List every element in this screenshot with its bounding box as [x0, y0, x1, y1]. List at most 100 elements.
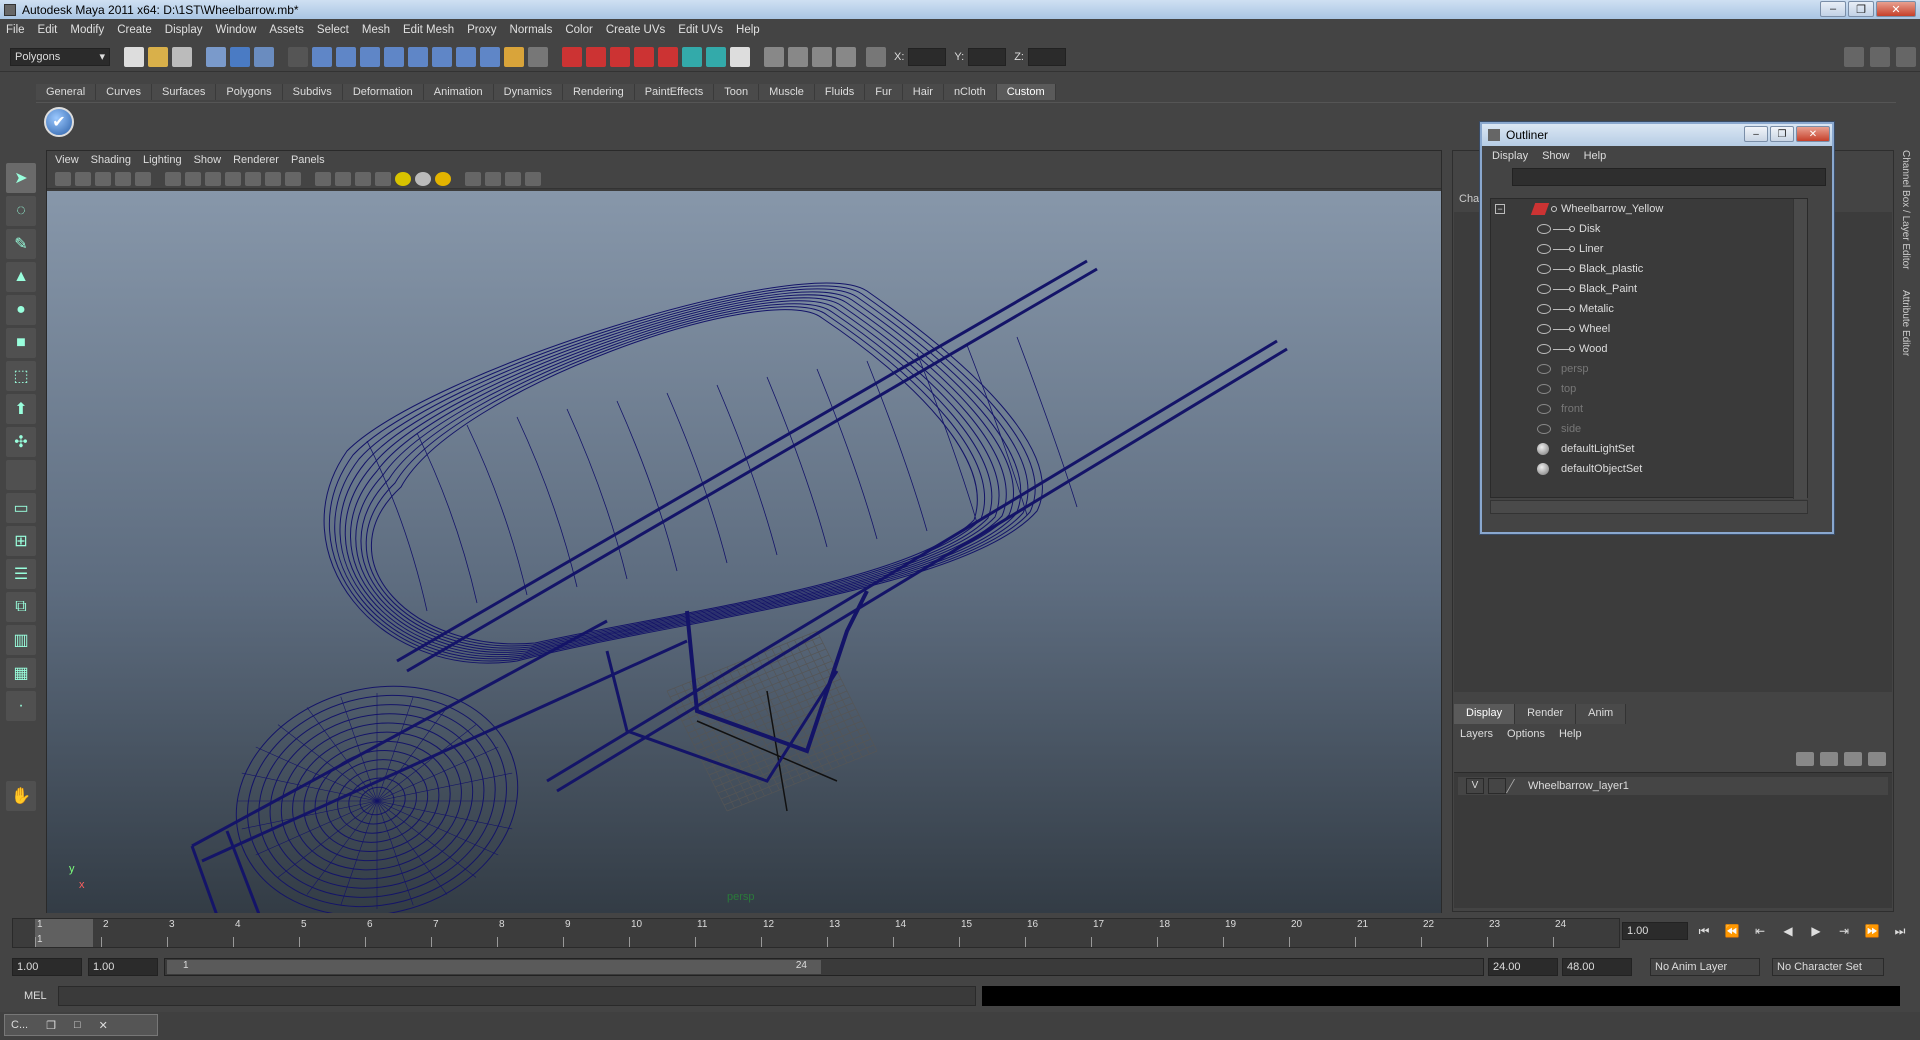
shelf-tab-fur[interactable]: Fur — [865, 84, 903, 100]
camera-select-icon[interactable] — [764, 46, 784, 67]
shelf-tab-surfaces[interactable]: Surfaces — [151, 84, 217, 100]
save-scene-icon[interactable] — [172, 46, 192, 67]
menu-edit-mesh[interactable]: Edit Mesh — [403, 24, 454, 36]
outliner-menu-help[interactable]: Help — [1584, 150, 1607, 162]
character-set-dropdown[interactable]: No Character Set — [1772, 958, 1884, 976]
new-scene-icon[interactable] — [124, 46, 144, 67]
render-region-icon[interactable] — [812, 46, 832, 67]
menu-mesh[interactable]: Mesh — [362, 24, 390, 36]
outliner-row-child[interactable]: Black_Paint — [1491, 279, 1807, 299]
field-chart-icon[interactable] — [245, 171, 261, 186]
layer-tab-display[interactable]: Display — [1454, 704, 1516, 724]
menu-help[interactable]: Help — [736, 24, 760, 36]
wireframe-icon[interactable] — [315, 171, 331, 186]
outliner-row-set[interactable]: defaultObjectSet — [1491, 459, 1807, 479]
step-back-frame-icon[interactable]: ⏪ — [1722, 922, 1742, 940]
outliner-row-camera[interactable]: side — [1491, 419, 1807, 439]
outliner-menu-show[interactable]: Show — [1542, 150, 1570, 162]
maximize-button[interactable]: ❐ — [1848, 1, 1874, 17]
channel-box-layout-icon[interactable] — [1896, 46, 1916, 67]
minimized-window-item[interactable]: C... ❐ □ ✕ — [4, 1014, 158, 1036]
shadows-icon[interactable] — [435, 171, 451, 186]
history-icon[interactable] — [432, 46, 452, 67]
shelf-tab-ncloth[interactable]: nCloth — [943, 84, 997, 100]
all-lights-icon[interactable] — [415, 171, 431, 186]
attribute-editor-side-tab[interactable]: Attribute Editor — [1900, 290, 1911, 356]
xray-icon[interactable] — [485, 171, 501, 186]
layout-more-button[interactable]: · — [6, 691, 36, 721]
snapshot-icon[interactable] — [788, 46, 808, 67]
shelf-tab-painteffects[interactable]: PaintEffects — [634, 84, 715, 100]
checkmark-shelf-button[interactable]: ✔ — [44, 107, 74, 137]
select-tool-button[interactable]: ➤ — [6, 163, 36, 193]
outliner-row-set[interactable]: defaultLightSet — [1491, 439, 1807, 459]
camera-attr-icon[interactable] — [55, 171, 71, 186]
outliner-row-child[interactable]: Wood — [1491, 339, 1807, 359]
shelf-tab-hair[interactable]: Hair — [902, 84, 944, 100]
go-to-start-icon[interactable]: ⏮ — [1694, 922, 1714, 940]
shelf-tab-curves[interactable]: Curves — [96, 84, 152, 100]
lasso-tool-button[interactable]: ◌ — [6, 196, 36, 226]
outliner-row-child[interactable]: Wheel — [1491, 319, 1807, 339]
outliner-row-camera[interactable]: front — [1491, 399, 1807, 419]
outliner-maximize-button[interactable]: ❐ — [1770, 126, 1794, 142]
input-output-icon[interactable] — [528, 46, 548, 67]
command-input[interactable] — [58, 986, 976, 1006]
backface-cull-icon[interactable] — [525, 171, 541, 186]
show-manip-tool-button[interactable]: ✣ — [6, 427, 36, 457]
lock-icon[interactable] — [504, 46, 524, 67]
safe-title-icon[interactable] — [285, 171, 301, 186]
shelf-tab-animation[interactable]: Animation — [423, 84, 494, 100]
film-gate-icon[interactable] — [185, 171, 201, 186]
close-icon[interactable]: ✕ — [99, 1019, 108, 1032]
outliner-menu-display[interactable]: Display — [1492, 150, 1528, 162]
outliner-horizontal-scrollbar[interactable] — [1490, 500, 1808, 514]
menu-file[interactable]: File — [6, 24, 25, 36]
layout-hypershade-button[interactable]: ▥ — [6, 625, 36, 655]
maximize-icon[interactable]: □ — [74, 1019, 81, 1031]
layout-custom-button[interactable]: ▦ — [6, 658, 36, 688]
current-frame-field[interactable]: 1.00 — [1622, 922, 1688, 940]
outliner-vertical-scrollbar[interactable] — [1793, 199, 1807, 499]
menu-proxy[interactable]: Proxy — [467, 24, 496, 36]
outliner-row-camera[interactable]: top — [1491, 379, 1807, 399]
animation-end-field[interactable]: 48.00 — [1562, 958, 1632, 976]
soft-mod-tool-button[interactable]: ⬆ — [6, 394, 36, 424]
channel-box-side-tab[interactable]: Channel Box / Layer Editor — [1900, 150, 1911, 270]
menu-display[interactable]: Display — [165, 24, 203, 36]
snap-point-icon[interactable] — [360, 46, 380, 67]
render-pass-icon[interactable] — [836, 46, 856, 67]
perspective-viewport[interactable]: y x persp — [47, 191, 1441, 913]
panel-menu-panels[interactable]: Panels — [291, 154, 325, 166]
tool-settings-toggle-icon[interactable] — [1870, 46, 1890, 67]
render-settings-icon[interactable] — [610, 46, 630, 67]
move-layer-down-icon[interactable] — [1820, 752, 1838, 766]
menu-edit[interactable]: Edit — [38, 24, 58, 36]
shelf-tab-toon[interactable]: Toon — [714, 84, 760, 100]
x-field[interactable] — [908, 47, 947, 66]
menu-set-dropdown[interactable]: Polygons ▾ — [10, 47, 110, 66]
scale-tool-button[interactable]: ■ — [6, 328, 36, 358]
rotate-tool-button[interactable]: ● — [6, 295, 36, 325]
menu-select[interactable]: Select — [317, 24, 349, 36]
layer-menu-options[interactable]: Options — [1507, 728, 1545, 740]
snap-view-plane-icon[interactable] — [384, 46, 404, 67]
select-by-object-icon[interactable] — [230, 46, 250, 67]
layer-visibility-toggle[interactable]: V — [1466, 778, 1484, 794]
layer-menu-layers[interactable]: Layers — [1460, 728, 1493, 740]
shelf-tab-subdivs[interactable]: Subdivs — [282, 84, 343, 100]
transform-mode-icon[interactable] — [866, 46, 886, 67]
shelf-tab-deformation[interactable]: Deformation — [342, 84, 424, 100]
layout-toggle-icon[interactable] — [1844, 46, 1864, 67]
outliner-row-child[interactable]: Liner — [1491, 239, 1807, 259]
xray-joints-icon[interactable] — [505, 171, 521, 186]
command-language-label[interactable]: MEL — [24, 990, 47, 1002]
shelf-tab-polygons[interactable]: Polygons — [216, 84, 283, 100]
step-back-key-icon[interactable]: ⇤ — [1750, 922, 1770, 940]
panel-menu-view[interactable]: View — [55, 154, 79, 166]
new-layer-from-selected-icon[interactable] — [1868, 752, 1886, 766]
safe-action-icon[interactable] — [265, 171, 281, 186]
layout-graph-button[interactable]: ⧉ — [6, 592, 36, 622]
menu-color[interactable]: Color — [565, 24, 592, 36]
playback-end-field[interactable]: 24.00 — [1488, 958, 1558, 976]
